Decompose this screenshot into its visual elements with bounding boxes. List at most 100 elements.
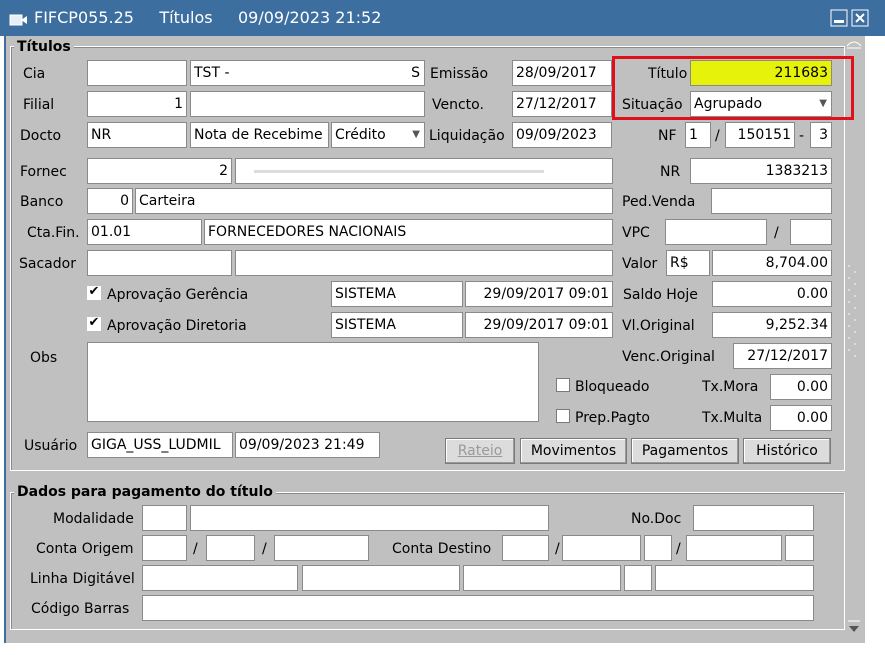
- ped-venda-field[interactable]: [711, 188, 832, 214]
- rateio-button[interactable]: Rateio: [445, 438, 515, 464]
- conta-origem-field-2[interactable]: [206, 535, 255, 561]
- conta-destino-field-3[interactable]: [644, 535, 672, 561]
- docto-type-value: Crédito: [335, 127, 386, 143]
- bloqueado-checkbox[interactable]: [556, 378, 570, 392]
- no-doc-label: No.Doc: [631, 511, 682, 527]
- cia-name-suffix: S: [411, 65, 420, 81]
- cia-label: Cia: [23, 66, 46, 82]
- movimentos-button[interactable]: Movimentos: [520, 438, 627, 464]
- minimize-icon[interactable]: [830, 9, 848, 27]
- cta-fin-name-field[interactable]: FORNECEDORES NACIONAIS: [204, 219, 613, 245]
- nf-dash: -: [799, 128, 805, 144]
- aprov-gerencia-label: Aprovação Gerência: [107, 287, 248, 303]
- rateio-button-label: Rateio: [457, 443, 503, 459]
- conta-origem-field-3[interactable]: [274, 535, 369, 561]
- aprov-gerencia-user-field[interactable]: SISTEMA: [331, 281, 463, 307]
- tx-mora-label: Tx.Mora: [702, 379, 759, 395]
- vencto-field[interactable]: 27/12/2017: [512, 91, 612, 117]
- historico-button[interactable]: Histórico: [743, 438, 831, 464]
- linha-digitavel-field-3[interactable]: [463, 565, 621, 591]
- nf-field-3[interactable]: 3: [810, 122, 832, 148]
- modalidade-code-field[interactable]: [142, 505, 187, 531]
- aprov-gerencia-text: Aprovação Gerência: [107, 287, 249, 303]
- close-icon[interactable]: [851, 9, 869, 27]
- vpc-separator: /: [774, 225, 779, 241]
- nf-separator: /: [715, 128, 720, 144]
- aprov-diretoria-date-field[interactable]: 29/09/2017 09:01: [465, 312, 613, 338]
- sacador-label: Sacador: [19, 256, 76, 272]
- conta-destino-sep-1: /: [555, 541, 560, 557]
- liquidacao-label: Liquidação: [429, 128, 505, 144]
- linha-digitavel-field-1[interactable]: [142, 565, 298, 591]
- fornec-name-field[interactable]: [235, 158, 613, 184]
- conta-destino-field-1[interactable]: [502, 535, 549, 561]
- saldo-hoje-field[interactable]: 0.00: [712, 281, 832, 307]
- filial-name-field[interactable]: [190, 91, 425, 117]
- aprov-gerencia-checkbox[interactable]: ✔: [87, 285, 101, 300]
- sacador-name-field[interactable]: [235, 250, 613, 276]
- historico-button-label: Histórico: [756, 443, 818, 459]
- pagamentos-button[interactable]: Pagamentos: [631, 438, 739, 464]
- conta-destino-field-4[interactable]: [686, 535, 782, 561]
- prep-pagto-checkbox[interactable]: [556, 409, 570, 423]
- tx-mora-field[interactable]: 0.00: [770, 374, 832, 400]
- nf-field-2[interactable]: 150151: [725, 122, 795, 148]
- vl-original-label: Vl.Original: [622, 318, 695, 334]
- vpc-label: VPC: [622, 225, 650, 241]
- obs-textarea[interactable]: [87, 342, 539, 422]
- cia-code-field[interactable]: [87, 60, 187, 86]
- linha-digitavel-field-2[interactable]: [302, 565, 460, 591]
- fornec-code-field[interactable]: 2: [87, 158, 232, 184]
- codigo-barras-field[interactable]: [142, 595, 814, 621]
- vertical-scrollbar[interactable]: [843, 36, 865, 643]
- banco-label: Banco: [20, 194, 64, 210]
- conta-origem-field-1[interactable]: [142, 535, 187, 561]
- vpc-field-2[interactable]: [790, 219, 832, 245]
- cta-fin-code-field[interactable]: 01.01: [87, 219, 202, 245]
- emissao-field[interactable]: 28/09/2017: [512, 60, 612, 86]
- title-bar: FIFCP055.25 Títulos 09/09/2023 21:52: [0, 0, 885, 36]
- modalidade-label: Modalidade: [53, 511, 134, 527]
- docto-desc-field[interactable]: Nota de Recebime: [190, 122, 329, 148]
- obs-label: Obs: [30, 350, 58, 366]
- usuario-field[interactable]: GIGA_USS_LUDMIL: [87, 432, 233, 458]
- emissao-label: Emissão: [430, 66, 489, 82]
- vpc-field-1[interactable]: [665, 219, 767, 245]
- docto-label: Docto: [20, 128, 62, 144]
- linha-digitavel-field-5[interactable]: [655, 565, 814, 591]
- valor-field[interactable]: 8,704.00: [712, 250, 832, 276]
- nf-field-1[interactable]: 1: [685, 122, 711, 148]
- movimentos-button-label: Movimentos: [530, 443, 617, 459]
- aprov-diretoria-user-field[interactable]: SISTEMA: [331, 312, 463, 338]
- linha-digitavel-field-4[interactable]: [624, 565, 652, 591]
- filial-code-field[interactable]: 1: [87, 91, 187, 117]
- no-doc-field[interactable]: [693, 505, 814, 531]
- vl-original-field[interactable]: 9,252.34: [712, 312, 832, 338]
- conta-destino-label: Conta Destino: [392, 541, 492, 557]
- fornec-label: Fornec: [20, 164, 67, 180]
- prep-pagto-label: Prep.Pagto: [575, 410, 650, 426]
- docto-code-field[interactable]: NR: [87, 122, 187, 148]
- banco-name-field[interactable]: Carteira: [135, 188, 613, 214]
- window-title: FIFCP055.25 Títulos 09/09/2023 21:52: [34, 8, 382, 27]
- sacador-code-field[interactable]: [87, 250, 232, 276]
- conta-destino-field-5[interactable]: [785, 535, 814, 561]
- cia-name-field[interactable]: TST - S: [190, 60, 425, 86]
- aprov-diretoria-checkbox[interactable]: ✔: [87, 316, 101, 331]
- modalidade-desc-field[interactable]: [190, 505, 549, 531]
- linha-digitavel-label: Linha Digitável: [30, 571, 135, 587]
- nr-label: NR: [660, 164, 681, 180]
- cta-fin-label: Cta.Fin.: [27, 225, 80, 241]
- venc-original-field[interactable]: 27/12/2017: [733, 343, 832, 369]
- usuario-date-field[interactable]: 09/09/2023 21:49: [235, 432, 380, 458]
- chevron-down-icon[interactable]: ▼: [412, 123, 420, 147]
- nr-field[interactable]: 1383213: [690, 158, 832, 184]
- conta-destino-field-2[interactable]: [562, 535, 641, 561]
- docto-type-dropdown[interactable]: Crédito ▼: [331, 122, 425, 148]
- banco-code-field[interactable]: 0: [87, 188, 133, 214]
- liquidacao-field[interactable]: 09/09/2023: [512, 122, 612, 148]
- aprov-diretoria-text: Aprovação Diretoria: [107, 318, 247, 334]
- aprov-gerencia-date-field[interactable]: 29/09/2017 09:01: [465, 281, 613, 307]
- valor-currency-field[interactable]: R$: [666, 250, 710, 276]
- tx-multa-field[interactable]: 0.00: [770, 405, 832, 431]
